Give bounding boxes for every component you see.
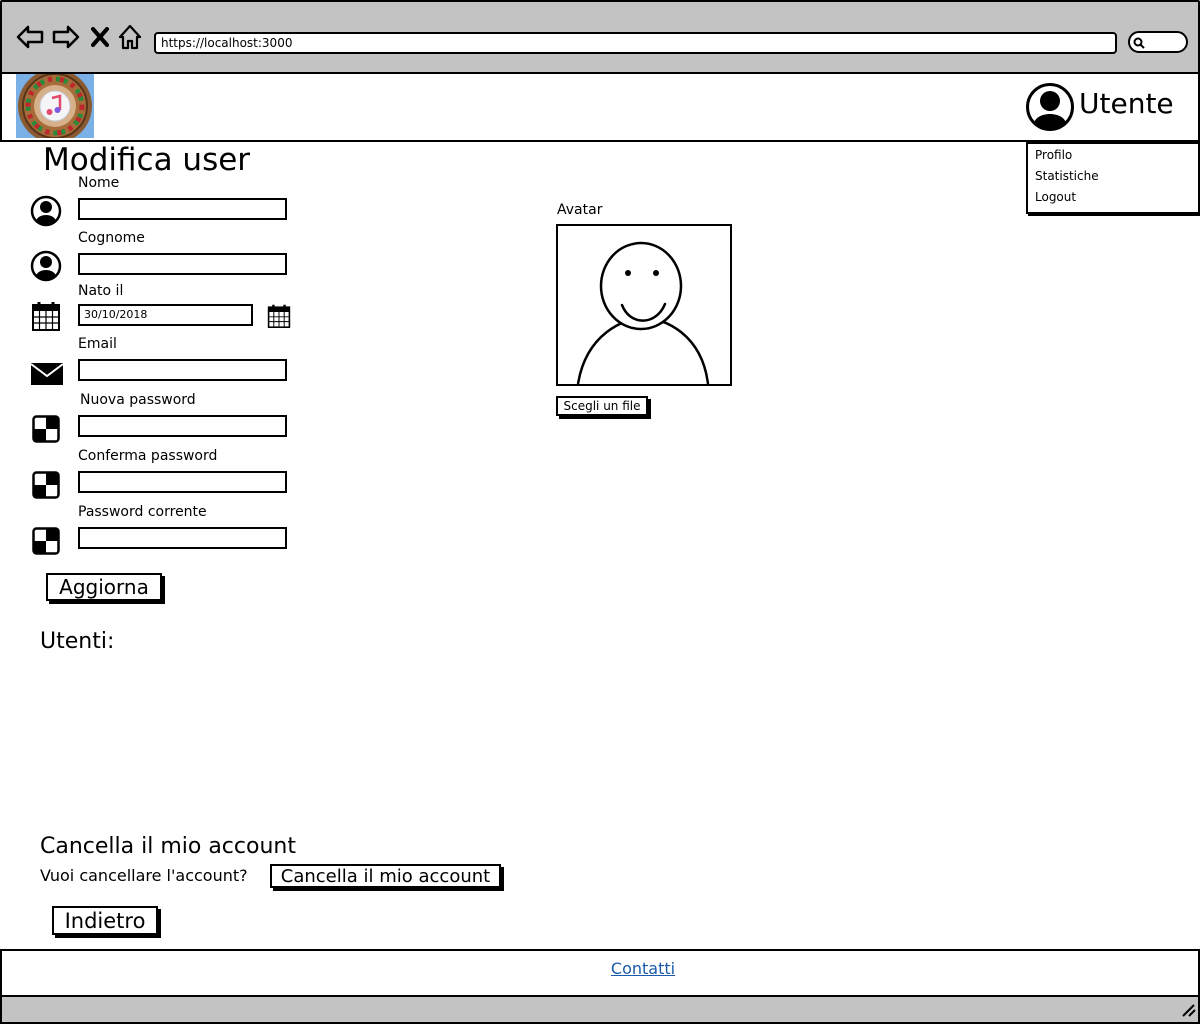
nato-il-input[interactable]: 30/10/2018 xyxy=(78,304,253,326)
cognome-input[interactable] xyxy=(78,253,287,275)
resize-grip-icon[interactable] xyxy=(1180,1003,1196,1017)
choose-file-button[interactable]: Scegli un file xyxy=(556,396,648,416)
conferma-password-input[interactable] xyxy=(78,471,287,493)
delete-account-question: Vuoi cancellare l'account? xyxy=(40,866,248,885)
cognome-label: Cognome xyxy=(78,230,145,246)
nuova-password-input[interactable] xyxy=(78,415,287,437)
url-bar[interactable]: https://localhost:3000 xyxy=(154,32,1117,54)
calendar-icon xyxy=(30,300,62,332)
menu-item-logout[interactable]: Logout xyxy=(1035,190,1076,204)
nome-label: Nome xyxy=(78,175,120,191)
nuova-password-label: Nuova password xyxy=(80,392,196,408)
page-title: Modifica user xyxy=(43,142,251,178)
back-button[interactable]: Indietro xyxy=(52,906,158,935)
back-arrow-icon[interactable] xyxy=(16,22,44,52)
avatar-placeholder-icon xyxy=(576,241,710,384)
user-icon xyxy=(30,195,62,227)
user-dropdown-menu: Profilo Statistiche Logout xyxy=(1026,142,1200,214)
user-menu-label[interactable]: Utente xyxy=(1079,86,1174,122)
browser-status-bar xyxy=(0,995,1200,1024)
delete-account-heading: Cancella il mio account xyxy=(40,834,296,859)
password-mask-icon xyxy=(30,469,62,501)
user-avatar-icon[interactable] xyxy=(1025,82,1075,132)
search-icon xyxy=(1133,37,1145,49)
delete-account-button[interactable]: Cancella il mio account xyxy=(270,864,501,888)
password-mask-icon xyxy=(30,413,62,445)
avatar-image xyxy=(556,224,732,386)
app-logo[interactable] xyxy=(16,69,94,143)
home-icon[interactable] xyxy=(117,22,143,52)
browser-search-field[interactable] xyxy=(1128,31,1188,53)
password-mask-icon xyxy=(30,525,62,557)
user-icon xyxy=(30,250,62,282)
app-header xyxy=(0,72,1200,142)
date-picker-icon[interactable] xyxy=(264,300,294,332)
conferma-password-label: Conferma password xyxy=(78,448,218,464)
password-corrente-input[interactable] xyxy=(78,527,287,549)
avatar-label: Avatar xyxy=(557,202,603,218)
nome-input[interactable] xyxy=(78,198,287,220)
password-corrente-label: Password corrente xyxy=(78,504,207,520)
nato-il-label: Nato il xyxy=(78,283,124,299)
aggiorna-button[interactable]: Aggiorna xyxy=(46,573,162,601)
email-input[interactable] xyxy=(78,359,287,381)
menu-item-statistiche[interactable]: Statistiche xyxy=(1035,169,1099,183)
forward-arrow-icon[interactable] xyxy=(52,22,80,52)
menu-item-profilo[interactable]: Profilo xyxy=(1035,148,1072,162)
users-heading: Utenti: xyxy=(40,629,115,654)
envelope-icon xyxy=(30,358,64,390)
contacts-link[interactable]: Contatti xyxy=(0,959,1200,979)
email-label: Email xyxy=(78,336,117,352)
close-icon[interactable] xyxy=(90,22,110,52)
